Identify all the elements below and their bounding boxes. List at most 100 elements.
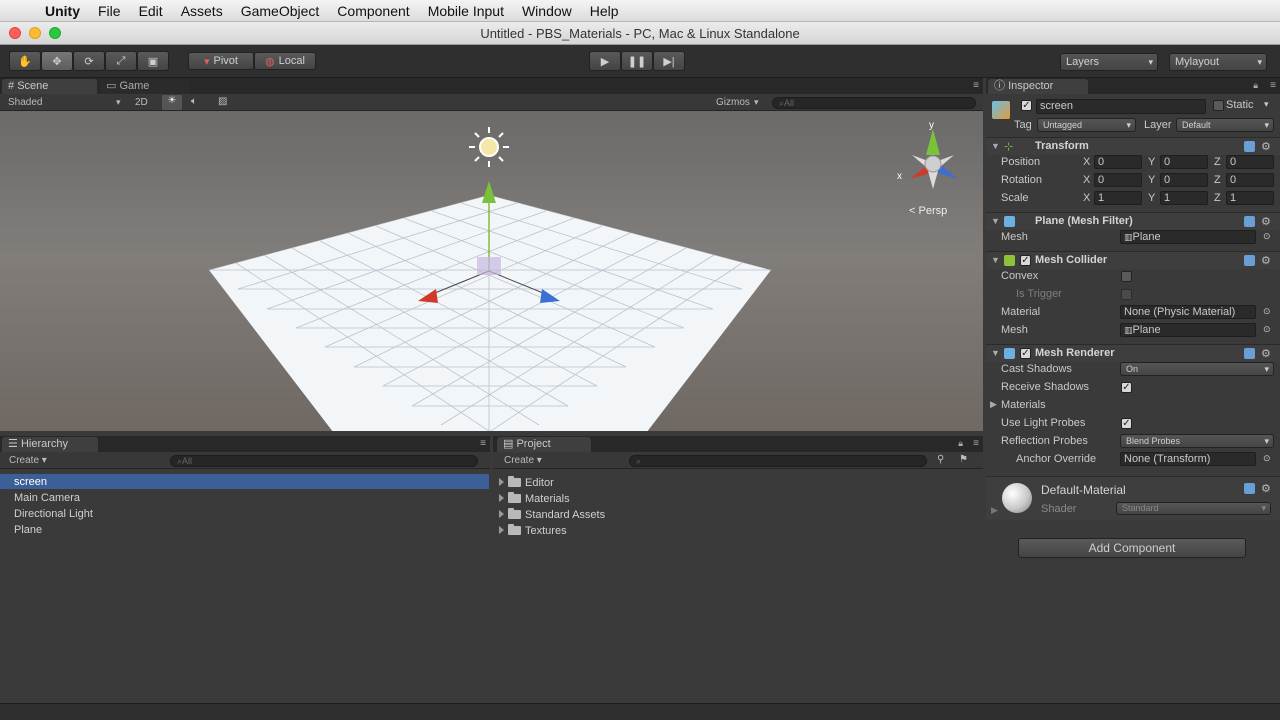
hierarchy-item-plane[interactable]: Plane	[14, 522, 42, 538]
menu-app-unity[interactable]: Unity	[42, 3, 89, 19]
transform-header[interactable]: ▼ ⊹ Transform ⚙	[986, 137, 1280, 155]
help-book-icon[interactable]	[1244, 483, 1255, 494]
use-light-probes-checkbox[interactable]: ✓	[1121, 418, 1132, 429]
add-component-button[interactable]: Add Component	[1018, 538, 1246, 558]
static-dropdown-icon[interactable]: ▾	[1264, 99, 1269, 110]
move-tool-button[interactable]: ✥	[41, 51, 73, 71]
layer-dropdown[interactable]: Default	[1176, 118, 1274, 132]
mode-2d-button[interactable]: 2D	[135, 97, 148, 108]
menu-component[interactable]: Component	[328, 3, 418, 19]
object-picker-icon[interactable]: ⊙	[1263, 453, 1271, 464]
close-window-button[interactable]	[9, 27, 21, 39]
gear-icon[interactable]: ⚙	[1261, 347, 1271, 360]
static-checkbox[interactable]	[1213, 100, 1224, 111]
cast-shadows-dropdown[interactable]: On	[1120, 362, 1274, 376]
minimize-window-button[interactable]	[29, 27, 41, 39]
rotation-z-field[interactable]: 0	[1226, 173, 1274, 187]
filter-label-icon[interactable]: ⚑	[959, 454, 968, 465]
pivot-toggle[interactable]: ▾ Pivot	[188, 52, 254, 70]
scale-tool-button[interactable]: ⤢	[105, 51, 137, 71]
orientation-gizmo[interactable]	[910, 129, 958, 189]
play-button[interactable]: ▶	[589, 51, 621, 71]
object-picker-icon[interactable]: ⊙	[1263, 324, 1271, 335]
scene-menu-icon[interactable]: ≡	[973, 80, 979, 91]
expand-arrow-icon[interactable]	[499, 478, 504, 486]
project-search-input[interactable]: ⌕	[629, 455, 927, 467]
gear-icon[interactable]: ⚙	[1261, 215, 1271, 228]
hierarchy-item-directional-light[interactable]: Directional Light	[14, 506, 93, 522]
rotation-y-field[interactable]: 0	[1160, 173, 1208, 187]
object-picker-icon[interactable]: ⊙	[1263, 231, 1271, 242]
mesh-collider-header[interactable]: ▼ ✓ Mesh Collider ⚙	[986, 251, 1280, 269]
scale-z-field[interactable]: 1	[1226, 191, 1274, 205]
rotate-tool-button[interactable]: ⟳	[73, 51, 105, 71]
project-folder-materials[interactable]: Materials	[499, 491, 570, 507]
gear-icon[interactable]: ⚙	[1261, 482, 1271, 495]
scene-search-input[interactable]: ⌕All	[772, 97, 976, 109]
object-active-checkbox[interactable]: ✓	[1021, 100, 1032, 111]
help-book-icon[interactable]	[1244, 348, 1255, 359]
tab-hierarchy[interactable]: ☰ Hierarchy	[2, 437, 98, 452]
menu-mobile-input[interactable]: Mobile Input	[419, 3, 513, 19]
shading-dropdown[interactable]: Shaded	[8, 97, 42, 108]
project-folder-textures[interactable]: Textures	[499, 523, 567, 539]
lock-icon[interactable]: 🔒︎	[958, 438, 963, 449]
lighting-toggle[interactable]: ☀	[162, 95, 182, 110]
project-folder-standard-assets[interactable]: Standard Assets	[499, 507, 605, 523]
expand-arrow-icon[interactable]: ▶	[990, 399, 997, 410]
menu-gameobject[interactable]: GameObject	[232, 3, 329, 19]
collider-mesh-field[interactable]: ▥Plane	[1120, 323, 1256, 337]
persp-toggle[interactable]: < Persp	[909, 205, 947, 217]
tab-project[interactable]: ▤ Project	[497, 437, 591, 452]
help-book-icon[interactable]	[1244, 141, 1255, 152]
collapse-arrow-icon[interactable]: ▼	[991, 216, 1000, 226]
reflection-probes-dropdown[interactable]: Blend Probes	[1120, 434, 1274, 448]
scale-x-field[interactable]: 1	[1094, 191, 1142, 205]
audio-toggle[interactable]: 🔈︎	[191, 96, 197, 107]
gear-icon[interactable]: ⚙	[1261, 254, 1271, 267]
object-picker-icon[interactable]: ⊙	[1263, 306, 1271, 317]
menu-assets[interactable]: Assets	[172, 3, 232, 19]
zoom-window-button[interactable]	[49, 27, 61, 39]
hierarchy-menu-icon[interactable]: ≡	[480, 438, 486, 449]
pause-button[interactable]: ❚❚	[621, 51, 653, 71]
mesh-collider-enabled-checkbox[interactable]: ✓	[1020, 255, 1031, 266]
materials-foldout[interactable]: Materials	[1001, 399, 1046, 411]
rect-tool-button[interactable]: ▣	[137, 51, 169, 71]
hand-tool-button[interactable]: ✋	[9, 51, 41, 71]
tag-dropdown[interactable]: Untagged	[1037, 118, 1136, 132]
effects-toggle[interactable]: ▨	[218, 96, 227, 107]
expand-arrow-icon[interactable]	[499, 494, 504, 502]
expand-arrow-icon[interactable]	[499, 526, 504, 534]
menu-help[interactable]: Help	[581, 3, 628, 19]
receive-shadows-checkbox[interactable]: ✓	[1121, 382, 1132, 393]
scene-viewport[interactable]: y x < Persp	[0, 111, 983, 431]
anchor-override-field[interactable]: None (Transform)	[1120, 452, 1256, 466]
physic-material-field[interactable]: None (Physic Material)	[1120, 305, 1256, 319]
mesh-filter-header[interactable]: ▼ Plane (Mesh Filter) ⚙	[986, 212, 1280, 230]
tab-inspector[interactable]: ⓘ Inspector	[988, 79, 1088, 94]
gizmos-dropdown[interactable]: Gizmos	[716, 97, 750, 108]
position-y-field[interactable]: 0	[1160, 155, 1208, 169]
mesh-field[interactable]: ▥Plane	[1120, 230, 1256, 244]
rotation-x-field[interactable]: 0	[1094, 173, 1142, 187]
expand-arrow-icon[interactable]: ▶	[991, 505, 998, 516]
help-book-icon[interactable]	[1244, 216, 1255, 227]
tab-game[interactable]: ▭ Game	[100, 79, 190, 94]
menu-edit[interactable]: Edit	[130, 3, 172, 19]
collapse-arrow-icon[interactable]: ▼	[991, 255, 1000, 265]
hierarchy-create-dropdown[interactable]: Create ▾	[9, 455, 47, 466]
gear-icon[interactable]: ⚙	[1261, 140, 1271, 153]
object-name-field[interactable]: screen	[1036, 99, 1206, 114]
project-folder-editor[interactable]: Editor	[499, 475, 554, 491]
menu-window[interactable]: Window	[513, 3, 581, 19]
step-button[interactable]: ▶|	[653, 51, 685, 71]
shader-dropdown[interactable]: Standard	[1116, 502, 1271, 515]
help-book-icon[interactable]	[1244, 255, 1255, 266]
expand-arrow-icon[interactable]	[499, 510, 504, 518]
collapse-arrow-icon[interactable]: ▼	[991, 141, 1000, 151]
tab-scene[interactable]: # Scene	[2, 79, 97, 94]
hierarchy-item-screen[interactable]: screen	[14, 474, 47, 490]
position-z-field[interactable]: 0	[1226, 155, 1274, 169]
local-toggle[interactable]: ◍ Local	[254, 52, 316, 70]
